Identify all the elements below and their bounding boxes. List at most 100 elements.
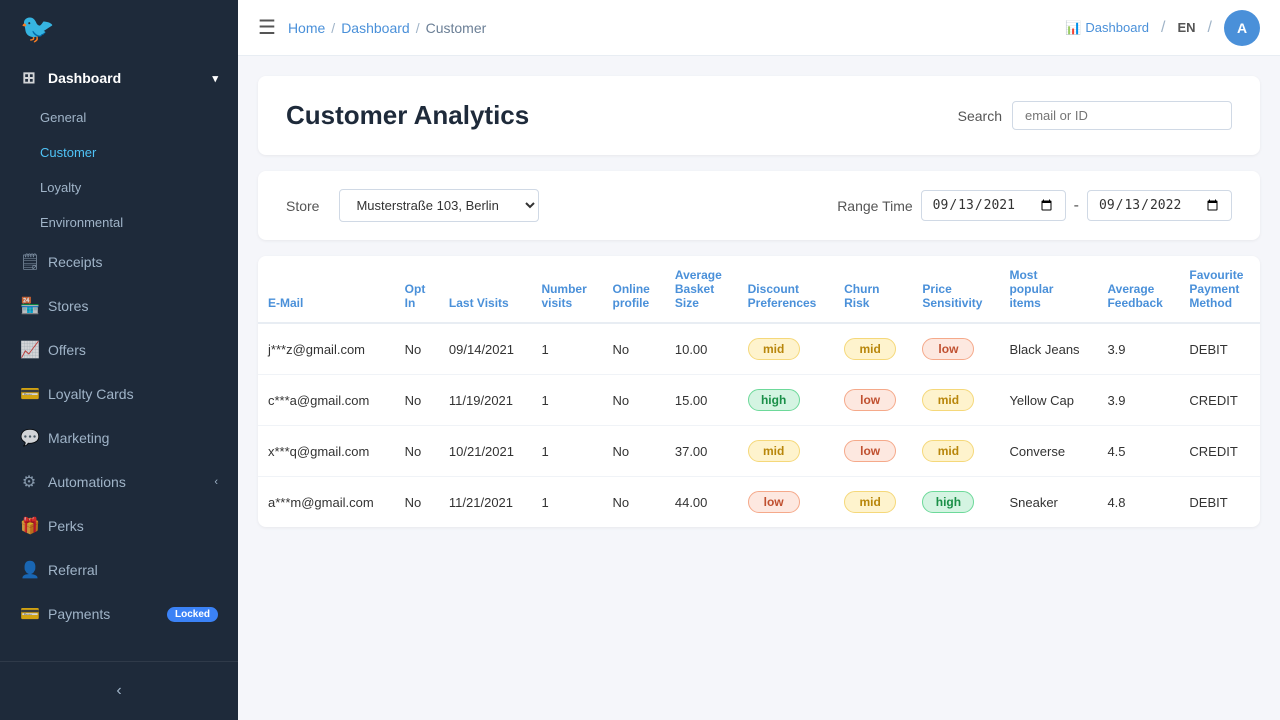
cell-payment-method: CREDIT [1179,375,1260,426]
sidebar-item-environmental[interactable]: Environmental [0,205,238,240]
sidebar-item-label: Referral [48,562,98,578]
range-time-label: Range Time [837,198,912,214]
col-basket-size: AverageBasketSize [665,256,738,323]
cell-basket-size: 37.00 [665,426,738,477]
price-sensitivity-badge: mid [922,440,974,462]
sidebar-item-offers[interactable]: 📈 Offers [0,328,238,372]
price-sensitivity-badge: low [922,338,974,360]
sidebar-item-label: Payments [48,606,110,622]
topbar: ☰ Home / Dashboard / Customer 📊 Dashboar… [238,0,1280,56]
sidebar-item-marketing[interactable]: 💬 Marketing [0,416,238,460]
sidebar-item-referral[interactable]: 👤 Referral [0,548,238,592]
stores-icon: 🏪 [20,296,38,316]
cell-popular-items: Sneaker [999,477,1097,528]
page-header-card: Customer Analytics Search [258,76,1260,155]
receipts-icon: 🗒 [20,252,38,272]
cell-online-profile: No [603,477,665,528]
cell-number-visits: 1 [531,375,602,426]
table-row: a***m@gmail.com No 11/21/2021 1 No 44.00… [258,477,1260,528]
hamburger-menu-button[interactable]: ☰ [258,15,276,40]
sidebar-item-customer[interactable]: Customer [0,135,238,170]
table-row: j***z@gmail.com No 09/14/2021 1 No 10.00… [258,323,1260,375]
discount-badge: high [748,389,800,411]
logo-icon: 🐦 [20,12,55,45]
automations-icon: ⚙ [20,472,38,492]
cell-discount-pref: low [738,477,834,528]
store-select[interactable]: Musterstraße 103, Berlin [339,189,539,222]
col-number-visits: Numbervisits [531,256,602,323]
sidebar-item-stores[interactable]: 🏪 Stores [0,284,238,328]
range-time-area: Range Time - [837,190,1232,221]
cell-number-visits: 1 [531,323,602,375]
chart-icon: 📊 [1065,20,1081,36]
language-selector[interactable]: EN [1177,20,1195,35]
sidebar-item-label: Perks [48,518,84,534]
discount-badge: mid [748,440,800,462]
sidebar: 🐦 ⊞ Dashboard ▾ General Customer Loyalty… [0,0,238,720]
sidebar-item-label: Loyalty Cards [48,386,134,402]
search-input[interactable] [1012,101,1232,130]
cell-email: j***z@gmail.com [258,323,395,375]
chevron-right-icon: ‹ [214,476,218,488]
breadcrumb-home[interactable]: Home [288,20,325,36]
cell-popular-items: Black Jeans [999,323,1097,375]
offers-icon: 📈 [20,340,38,360]
sidebar-item-perks[interactable]: 🎁 Perks [0,504,238,548]
referral-icon: 👤 [20,560,38,580]
cell-last-visits: 09/14/2021 [439,323,532,375]
sidebar-item-loyalty[interactable]: Loyalty [0,170,238,205]
sidebar-item-general[interactable]: General [0,100,238,135]
sidebar-item-label: Loyalty [40,180,81,195]
avatar[interactable]: A [1224,10,1260,46]
price-sensitivity-badge: high [922,491,974,513]
sidebar-item-automations[interactable]: ⚙ Automations ‹ [0,460,238,504]
cell-basket-size: 15.00 [665,375,738,426]
page-content: Customer Analytics Search Store Musterst… [238,56,1280,720]
collapse-sidebar-button[interactable]: ‹ [0,670,238,712]
sidebar-item-payments[interactable]: 💳 Payments Locked [0,592,238,636]
cell-price-sensitivity: low [912,323,999,375]
col-payment-method: FavouritePaymentMethod [1179,256,1260,323]
cell-price-sensitivity: high [912,477,999,528]
marketing-icon: 💬 [20,428,38,448]
customer-table: E-Mail OptIn Last Visits Numbervisits On… [258,256,1260,527]
cell-last-visits: 11/19/2021 [439,375,532,426]
cell-payment-method: DEBIT [1179,323,1260,375]
sidebar-item-loyalty-cards[interactable]: 💳 Loyalty Cards [0,372,238,416]
col-price-sensitivity: PriceSensitivity [912,256,999,323]
breadcrumb-dashboard[interactable]: Dashboard [341,20,410,36]
sidebar-item-label: Customer [40,145,96,160]
logo-area: 🐦 [0,0,238,56]
sidebar-item-label: Environmental [40,215,123,230]
col-email: E-Mail [258,256,395,323]
cell-churn-risk: low [834,375,912,426]
churn-badge: mid [844,338,896,360]
cell-churn-risk: mid [834,323,912,375]
dashboard-link[interactable]: 📊 Dashboard [1065,20,1149,36]
cell-payment-method: CREDIT [1179,426,1260,477]
table-row: x***q@gmail.com No 10/21/2021 1 No 37.00… [258,426,1260,477]
cell-opt-in: No [395,323,439,375]
table-card: E-Mail OptIn Last Visits Numbervisits On… [258,256,1260,527]
breadcrumb: Home / Dashboard / Customer [288,20,1053,36]
cell-discount-pref: mid [738,426,834,477]
sidebar-item-dashboard[interactable]: ⊞ Dashboard ▾ [0,56,238,100]
cell-online-profile: No [603,323,665,375]
cell-last-visits: 11/21/2021 [439,477,532,528]
sidebar-item-label: Offers [48,342,86,358]
main-content: ☰ Home / Dashboard / Customer 📊 Dashboar… [238,0,1280,720]
cell-number-visits: 1 [531,426,602,477]
cell-avg-feedback: 3.9 [1097,375,1179,426]
churn-badge: mid [844,491,896,513]
col-opt-in: OptIn [395,256,439,323]
chevron-down-icon: ▾ [212,72,218,85]
sidebar-item-label: Stores [48,298,88,314]
sidebar-item-receipts[interactable]: 🗒 Receipts [0,240,238,284]
table-wrapper: E-Mail OptIn Last Visits Numbervisits On… [258,256,1260,527]
col-last-visits: Last Visits [439,256,532,323]
cell-popular-items: Yellow Cap [999,375,1097,426]
date-from-input[interactable] [921,190,1066,221]
date-to-input[interactable] [1087,190,1232,221]
perks-icon: 🎁 [20,516,38,536]
sidebar-item-label: Receipts [48,254,102,270]
